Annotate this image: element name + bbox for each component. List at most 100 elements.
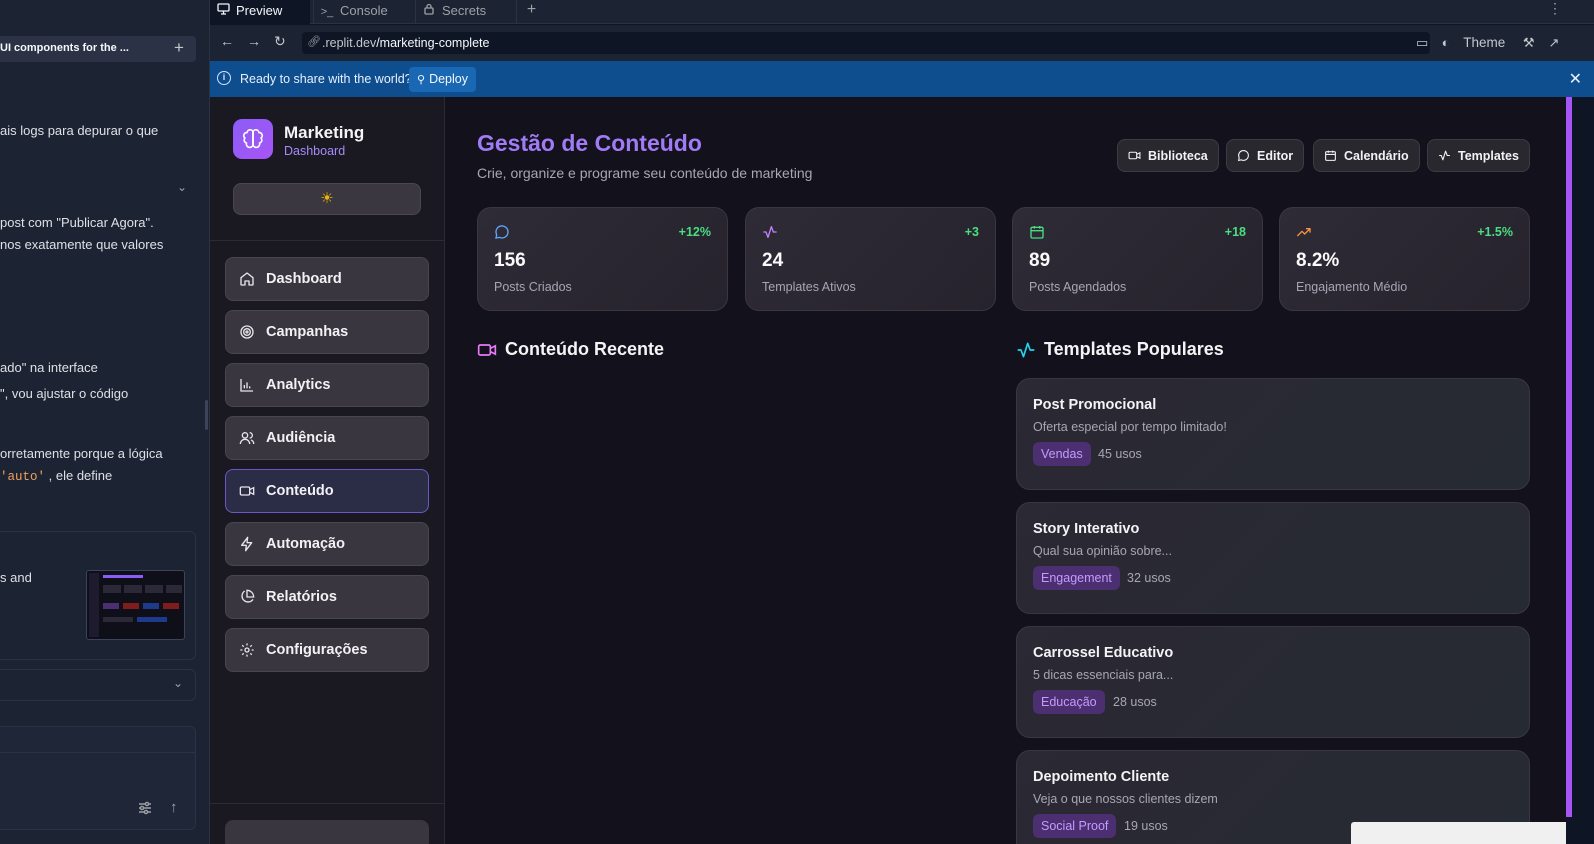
chat-thread-title: UI components for the ... [0,42,129,54]
new-thread-icon[interactable]: + [174,38,184,58]
browser-toolbar: ← → ↻ 🔗︎ .replit.dev/marketing-complete [210,25,1594,61]
banner-text: Ready to share with the world? [240,72,412,86]
sidebar-item-label: Dashboard [266,271,342,287]
editor-button[interactable]: Editor [1226,139,1305,172]
activity-icon [762,224,778,245]
sidebar-item-label: Configurações [266,642,368,658]
chat-line: orretamente porque a lógica [0,446,163,461]
chevron-down-icon[interactable]: ⌄ [173,676,183,690]
sidebar-item-label: Campanhas [266,324,349,340]
lock-icon [422,3,436,18]
chevron-down-icon[interactable]: ⌄ [177,180,187,194]
stat-value: 89 [1029,250,1051,271]
templates-button[interactable]: Templates [1427,139,1530,172]
sidebar-item-label: Audiência [266,430,336,446]
pie-chart-icon [238,588,256,606]
tab-console[interactable]: >_ Console [313,0,413,24]
sidebar-footer-button[interactable] [225,820,429,844]
sidebar-item-configuracoes[interactable]: Configurações [225,628,429,672]
stat-label: Templates Ativos [762,280,856,294]
sidebar-item-audiencia[interactable]: Audiência [225,416,429,460]
page-subtitle: Crie, organize e programe seu conteúdo d… [477,165,813,181]
forward-arrow-icon[interactable]: → [247,33,261,49]
wrench-icon[interactable]: ⚒ [1523,35,1545,51]
template-uses: 45 usos [1098,447,1142,461]
button-label: Biblioteca [1148,148,1208,163]
deploy-banner: i Ready to share with the world? ⚲ Deploy… [210,61,1594,97]
sidebar-item-analytics[interactable]: Analytics [225,363,429,407]
divider [210,240,445,241]
section-recent-content: Conteúdo Recente [477,339,664,360]
template-tag: Educação [1033,690,1105,714]
template-name: Carrossel Educativo [1033,645,1174,661]
sidebar-item-automacao[interactable]: Automação [225,522,429,566]
template-uses: 19 usos [1124,819,1168,833]
template-name: Story Interativo [1033,521,1140,537]
chat-line: nos exatamente que valores [0,237,164,252]
terminal-icon: >_ [320,6,334,18]
url-field[interactable]: 🔗︎ .replit.dev/marketing-complete [302,32,1430,54]
stat-value: 156 [494,250,526,271]
back-arrow-icon[interactable]: ← [220,33,234,49]
activity-icon [1438,149,1451,162]
scrollbar-thumb[interactable] [1566,97,1572,817]
more-options-icon[interactable]: ⋮ [1548,0,1568,24]
section-title: Conteúdo Recente [505,339,665,359]
toolbar-right: ▭ ◐ Theme ⚒ ↗ [1416,35,1559,51]
calendario-button[interactable]: Calendário [1313,139,1420,172]
sidebar-item-dashboard[interactable]: Dashboard [225,257,429,301]
theme-button[interactable]: Theme [1463,35,1505,50]
page-scrollbar[interactable] [1566,97,1594,844]
message-icon [494,224,510,245]
template-tag: Social Proof [1033,814,1117,838]
chat-input-box[interactable] [0,726,196,830]
theme-toggle-button[interactable]: ☀ [233,183,421,215]
sidebar-item-campanhas[interactable]: Campanhas [225,310,429,354]
template-description: Veja o que nossos clientes dizem [1033,792,1218,806]
collapsed-section[interactable] [0,669,196,701]
send-arrow-icon[interactable]: ↑ [170,799,178,816]
chat-line: ado" na interface [0,360,98,375]
screenshot-thumbnail[interactable] [86,570,185,640]
divider [0,752,196,753]
divider [210,803,445,804]
reload-icon[interactable]: ↻ [274,33,286,50]
template-card[interactable]: Post Promocional Oferta especial por tem… [1016,378,1530,490]
chat-line: post com "Publicar Agora". [0,215,154,230]
template-description: Oferta especial por tempo limitado! [1033,420,1227,434]
info-icon: i [217,71,231,85]
section-title: Templates Populares [1044,339,1224,359]
brand-subtitle: Dashboard [284,144,346,158]
tab-secrets[interactable]: Secrets [415,0,515,24]
palette-icon[interactable]: ◐ [1442,35,1460,50]
sun-icon: ☀ [320,190,334,207]
chat-line-text: , ele define [48,468,113,483]
bar-chart-icon [238,376,256,394]
app-sidebar: Marketing Dashboard ☀ Dashboard Campanha… [210,97,445,844]
stat-card-posts-agendados: +18 89 Posts Agendados [1012,207,1263,311]
button-label: Calendário [1344,148,1409,163]
external-link-icon[interactable]: ↗ [1549,35,1560,50]
template-tag: Engagement [1033,566,1120,590]
deploy-icon: ⚲ [417,74,426,86]
template-description: 5 dicas essenciais para... [1033,668,1174,682]
settings-sliders-icon[interactable] [137,800,153,821]
sidebar-item-conteudo[interactable]: Conteúdo [225,469,429,513]
biblioteca-button[interactable]: Biblioteca [1117,139,1219,172]
stat-label: Posts Agendados [1029,280,1127,294]
tab-preview[interactable]: Preview [210,0,310,24]
close-icon[interactable]: ✕ [1569,69,1582,89]
template-card[interactable]: Carrossel Educativo 5 dicas essenciais p… [1016,626,1530,738]
activity-icon [1016,340,1036,360]
sidebar-item-relatorios[interactable]: Relatórios [225,575,429,619]
video-icon [477,340,497,360]
chat-line: ais logs para depurar o que [0,123,159,138]
tab-bar: Preview >_ Console Secrets + ⋮ [210,0,1594,24]
resize-handle[interactable] [205,400,208,430]
deploy-button[interactable]: ⚲ Deploy [409,67,476,92]
chat-thread-header[interactable]: UI components for the ... + [0,36,196,62]
template-card[interactable]: Story Interativo Qual sua opinião sobre.… [1016,502,1530,614]
new-tab-button[interactable]: + [516,0,546,24]
monitor-icon [216,3,230,18]
devices-icon[interactable]: ▭ [1416,35,1438,51]
